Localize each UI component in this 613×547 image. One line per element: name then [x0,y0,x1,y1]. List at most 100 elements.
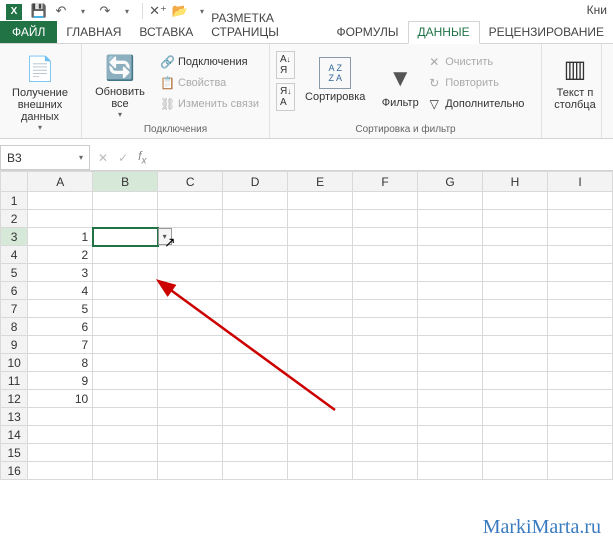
cell-A6[interactable]: 4 [28,282,93,300]
cell-I14[interactable] [547,426,612,444]
row-header-2[interactable]: 2 [1,210,28,228]
edit-links-button[interactable]: ⛓ Изменить связи [158,96,261,112]
open-button[interactable]: 📂 [170,1,190,21]
cell-G16[interactable] [418,462,483,480]
sort-asc-button[interactable]: А↓Я [276,51,295,79]
cell-C15[interactable] [158,444,223,462]
row-header-9[interactable]: 9 [1,336,28,354]
cell-B12[interactable] [93,390,158,408]
cell-D12[interactable] [223,390,288,408]
cell-B8[interactable] [93,318,158,336]
tab-page-layout[interactable]: РАЗМЕТКА СТРАНИЦЫ [202,8,327,43]
cell-I15[interactable] [547,444,612,462]
sort-desc-button[interactable]: Я↓А [276,83,295,111]
cell-H10[interactable] [483,354,548,372]
col-header-H[interactable]: H [483,172,548,192]
cell-A11[interactable]: 9 [28,372,93,390]
cell-F15[interactable] [353,444,418,462]
cell-E11[interactable] [288,372,353,390]
cell-C7[interactable] [158,300,223,318]
cell-B11[interactable] [93,372,158,390]
cell-E6[interactable] [288,282,353,300]
cell-D15[interactable] [223,444,288,462]
redo-dropdown[interactable]: ▾ [117,1,137,21]
cell-C11[interactable] [158,372,223,390]
col-header-A[interactable]: A [28,172,93,192]
cell-A10[interactable]: 8 [28,354,93,372]
cell-G3[interactable] [418,228,483,246]
col-header-B[interactable]: B [93,172,158,192]
cell-H13[interactable] [483,408,548,426]
cell-F9[interactable] [353,336,418,354]
cell-D4[interactable] [223,246,288,264]
undo-dropdown[interactable]: ▾ [73,1,93,21]
cell-C1[interactable] [158,192,223,210]
cell-D2[interactable] [223,210,288,228]
cell-B7[interactable] [93,300,158,318]
row-header-6[interactable]: 6 [1,282,28,300]
cell-G8[interactable] [418,318,483,336]
cell-H14[interactable] [483,426,548,444]
text-to-columns-button[interactable]: ▥ Текст п столбца [548,47,602,111]
cell-A12[interactable]: 10 [28,390,93,408]
cell-F4[interactable] [353,246,418,264]
tab-formulas[interactable]: ФОРМУЛЫ [327,22,407,43]
cell-D14[interactable] [223,426,288,444]
cell-I12[interactable] [547,390,612,408]
advanced-filter-button[interactable]: ▽ Дополнительно [425,96,526,112]
cell-A5[interactable]: 3 [28,264,93,282]
col-header-G[interactable]: G [418,172,483,192]
cell-I4[interactable] [547,246,612,264]
cell-C6[interactable] [158,282,223,300]
cell-D10[interactable] [223,354,288,372]
cell-C12[interactable] [158,390,223,408]
spreadsheet-grid[interactable]: ABCDEFGHI1231425364758697108119121013141… [0,171,613,480]
cell-H2[interactable] [483,210,548,228]
cell-I5[interactable] [547,264,612,282]
row-header-12[interactable]: 12 [1,390,28,408]
cell-F12[interactable] [353,390,418,408]
cell-A3[interactable]: 1 [28,228,93,246]
cell-E3[interactable] [288,228,353,246]
cell-G9[interactable] [418,336,483,354]
undo-button[interactable]: ↶ [51,1,71,21]
cell-F11[interactable] [353,372,418,390]
cell-C9[interactable] [158,336,223,354]
cell-F10[interactable] [353,354,418,372]
cancel-formula-icon[interactable]: ✕ [98,151,108,165]
cell-D7[interactable] [223,300,288,318]
cell-B4[interactable] [93,246,158,264]
cell-G15[interactable] [418,444,483,462]
cell-B2[interactable] [93,210,158,228]
row-header-8[interactable]: 8 [1,318,28,336]
cell-I10[interactable] [547,354,612,372]
tab-home[interactable]: ГЛАВНАЯ [57,22,130,43]
cell-B13[interactable] [93,408,158,426]
cell-G12[interactable] [418,390,483,408]
cell-D5[interactable] [223,264,288,282]
cell-D1[interactable] [223,192,288,210]
cell-H12[interactable] [483,390,548,408]
cell-F13[interactable] [353,408,418,426]
cell-B16[interactable] [93,462,158,480]
row-header-7[interactable]: 7 [1,300,28,318]
col-header-E[interactable]: E [288,172,353,192]
cell-I8[interactable] [547,318,612,336]
cell-I2[interactable] [547,210,612,228]
tab-data[interactable]: ДАННЫЕ [408,21,480,44]
cell-E1[interactable] [288,192,353,210]
cell-H1[interactable] [483,192,548,210]
filter-button[interactable]: ▼ Фильтр [375,47,425,119]
redo-button[interactable]: ↷ [95,1,115,21]
row-header-13[interactable]: 13 [1,408,28,426]
reapply-button[interactable]: ↻ Повторить [425,75,526,91]
cell-D3[interactable] [223,228,288,246]
cell-B6[interactable] [93,282,158,300]
cell-D16[interactable] [223,462,288,480]
save-button[interactable]: 💾 [29,1,49,21]
col-header-F[interactable]: F [353,172,418,192]
cell-G14[interactable] [418,426,483,444]
get-external-data-button[interactable]: 📄 Получение внешних данных ▾ [6,47,74,132]
formula-bar[interactable] [154,145,613,170]
select-all-corner[interactable] [1,172,28,192]
